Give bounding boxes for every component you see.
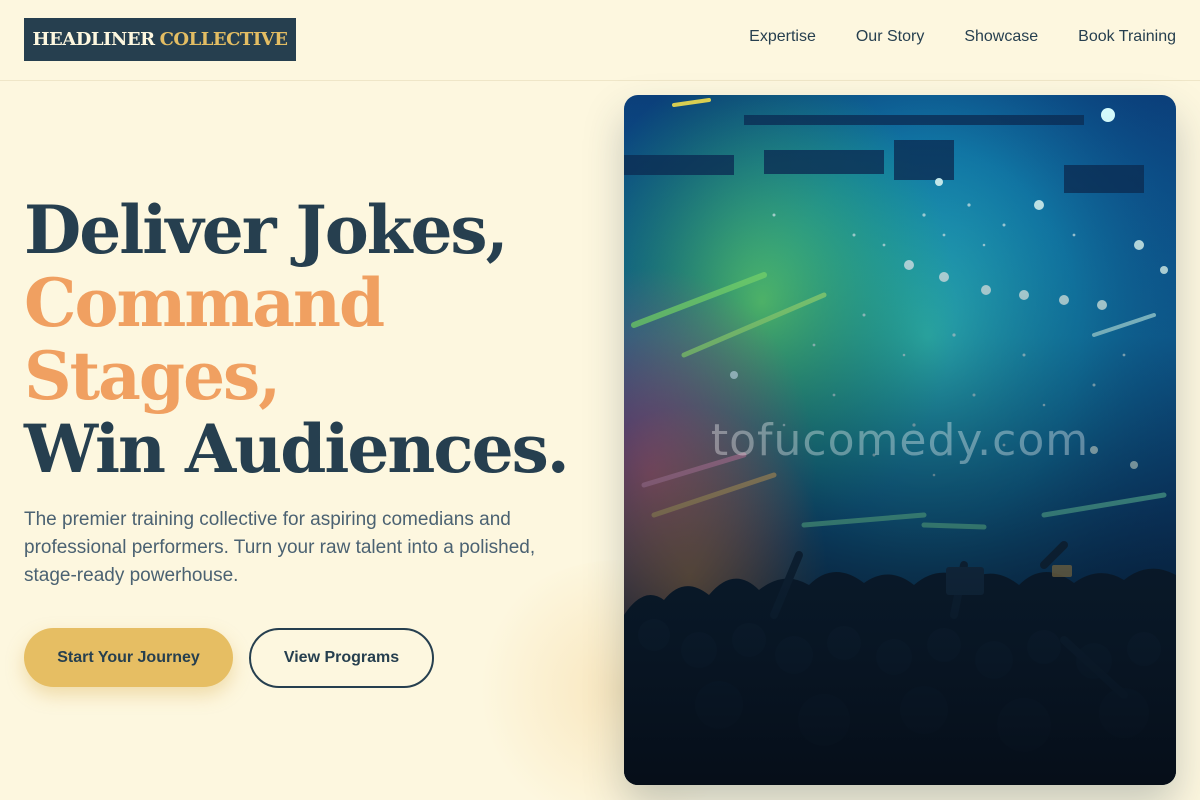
hero-subtitle: The premier training collective for aspi… [24,509,536,586]
logo-primary-text: HEADLINER [32,29,156,50]
nav-link-showcase[interactable]: Showcase [964,28,1038,46]
start-journey-button[interactable]: Start Your Journey [24,628,233,687]
headline-line-4: Win Audiences. [24,410,570,488]
main-nav: Expertise Our Story Showcase Book Traini… [749,28,1176,46]
hero-image: tofucomedy.com [624,95,1176,785]
nav-link-book-training[interactable]: Book Training [1078,28,1176,46]
image-watermark: tofucomedy.com [710,415,1090,466]
logo[interactable]: HEADLINER COLLECTIVE [24,18,296,61]
logo-accent-text: COLLECTIVE [159,29,288,50]
headline-line-1: Deliver Jokes, [24,191,509,269]
view-programs-button[interactable]: View Programs [249,628,434,688]
headline-line-2: Command [24,264,385,342]
headline-line-3: Stages, [24,337,281,415]
nav-link-our-story[interactable]: Our Story [856,28,924,46]
nav-link-expertise[interactable]: Expertise [749,28,816,46]
hero-headline: Deliver Jokes, Command Stages, Win Audie… [24,194,584,486]
site-header: HEADLINER COLLECTIVE Expertise Our Story… [0,0,1200,81]
